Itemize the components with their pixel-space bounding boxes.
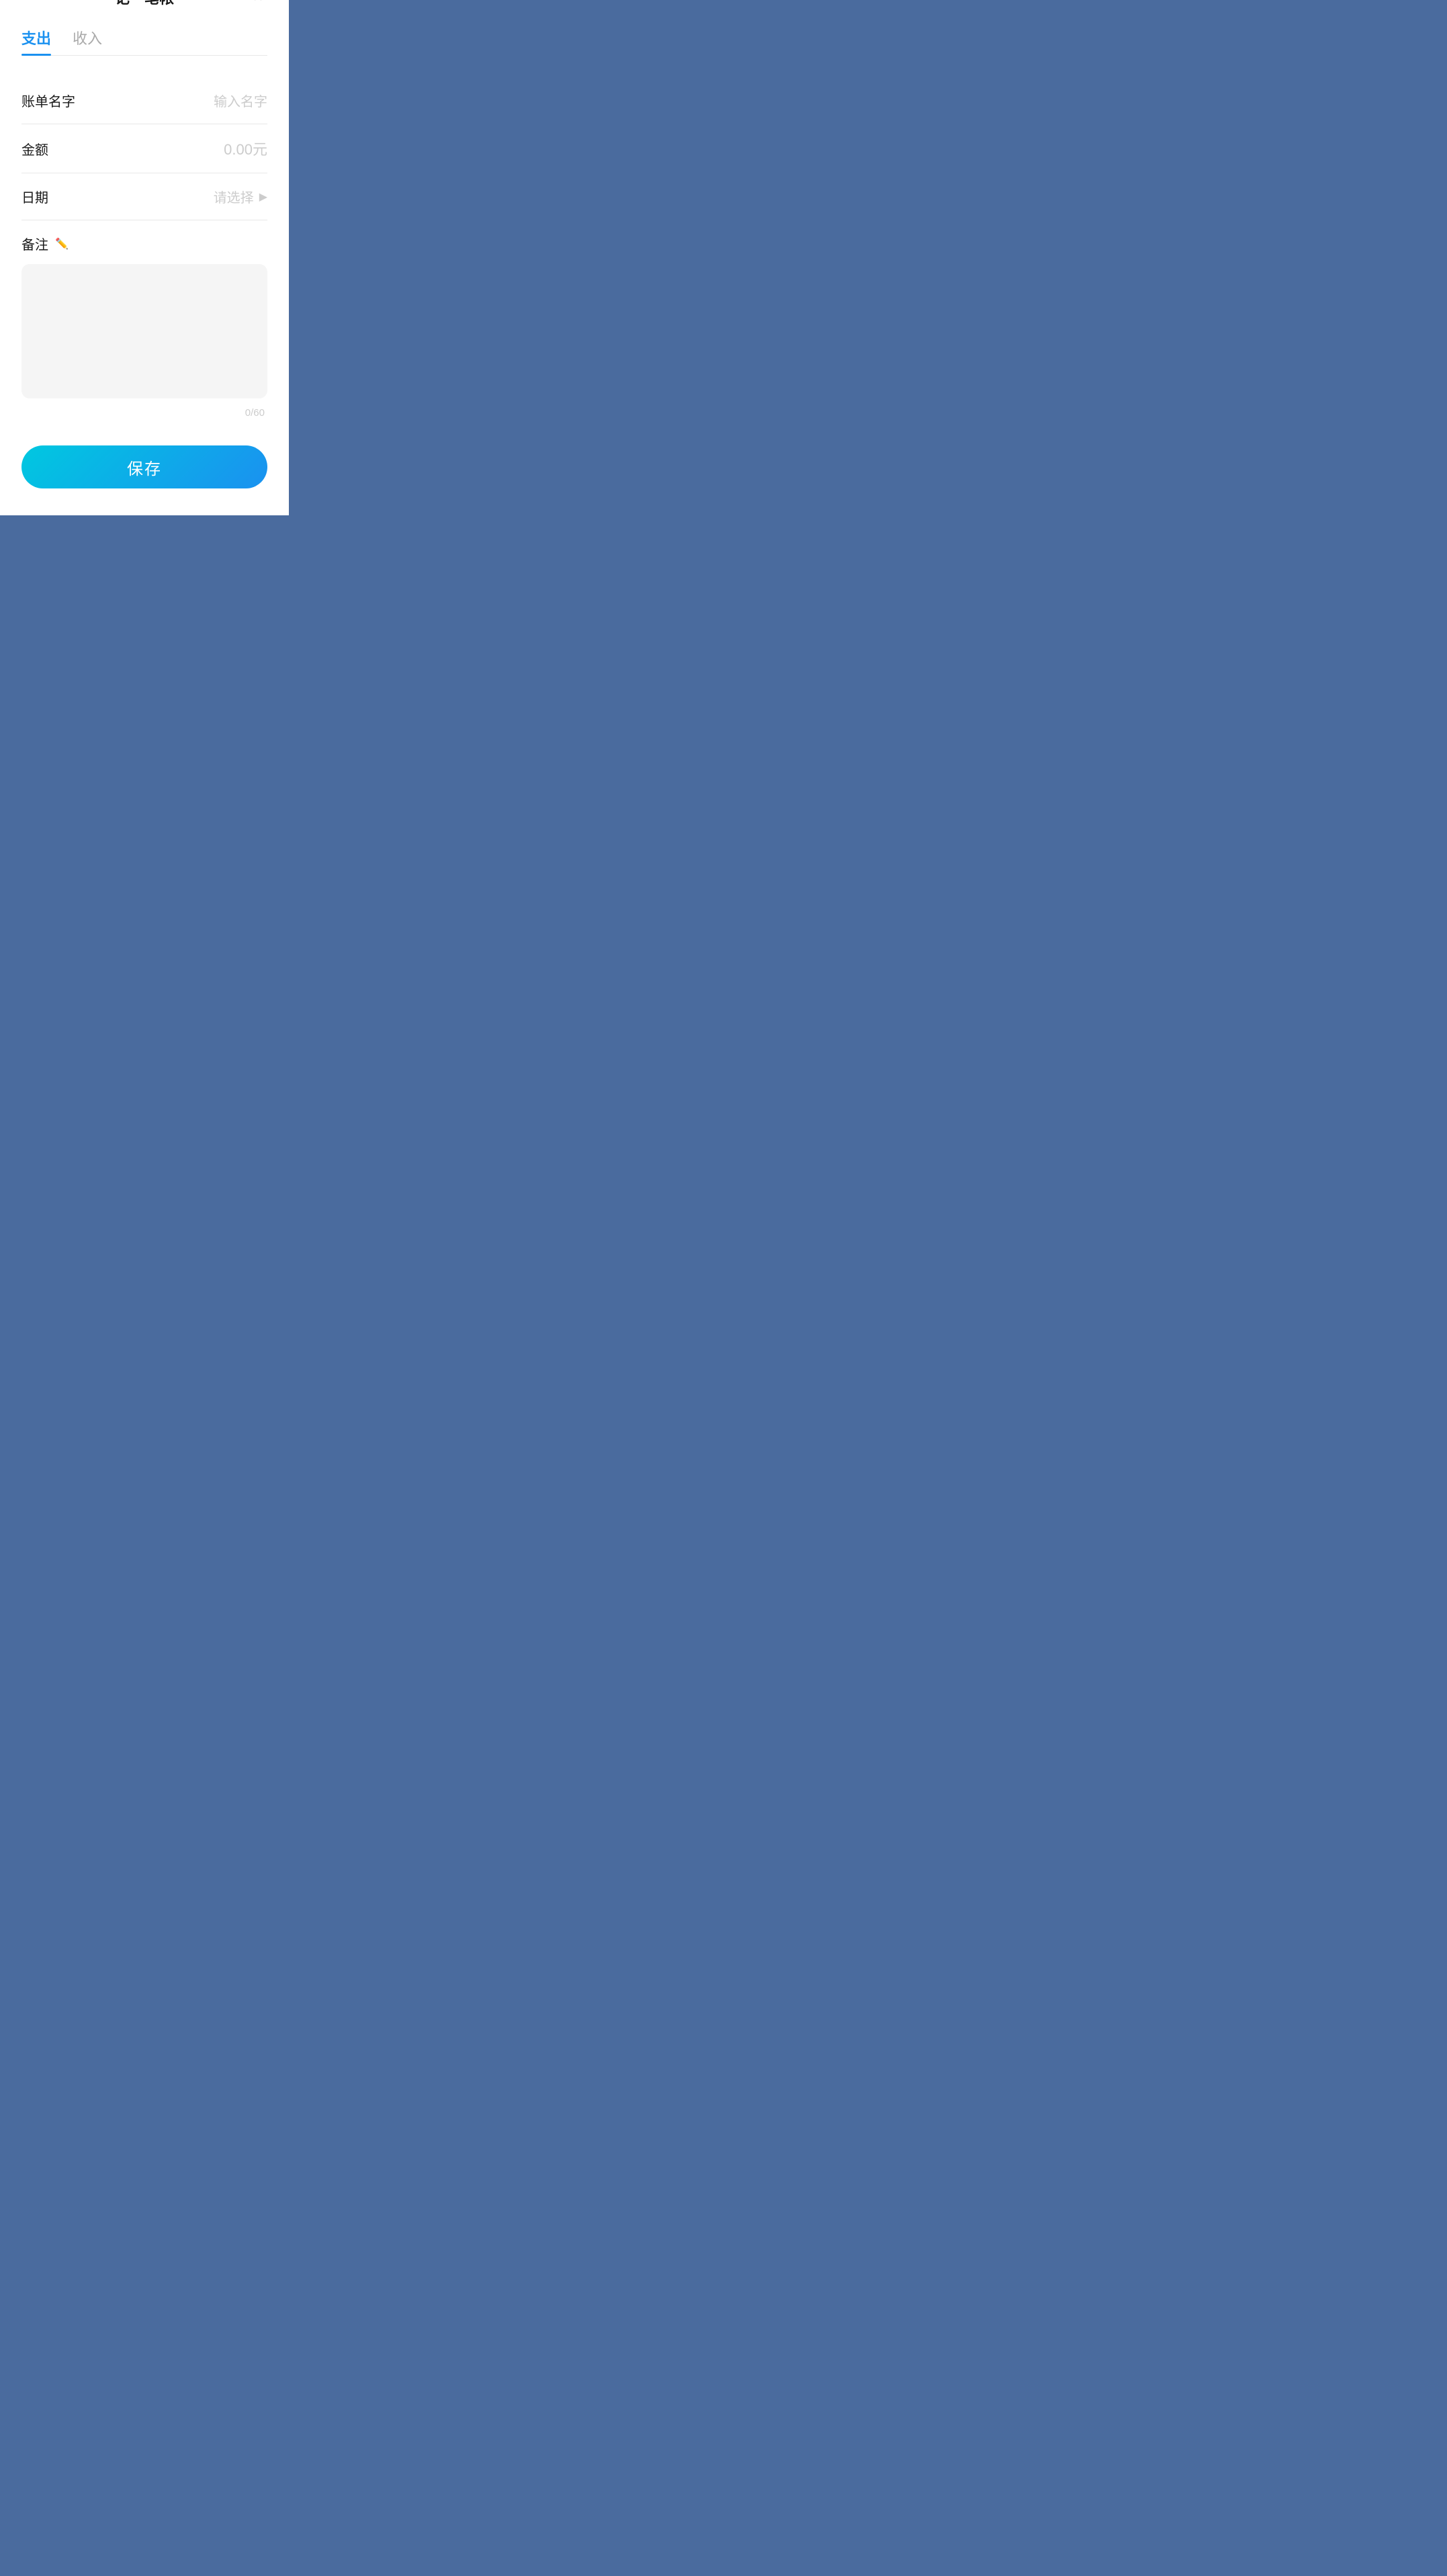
modal-close-button[interactable]: × xyxy=(246,0,270,9)
tab-income-label: 收入 xyxy=(73,30,102,47)
account-name-label: 账单名字 xyxy=(21,91,75,110)
account-name-input[interactable]: 输入名字 xyxy=(214,91,267,110)
note-section: 备注 ✏️ 0/60 xyxy=(21,220,267,429)
date-label: 日期 xyxy=(21,187,48,206)
modal-overlay: × 记一笔帐 支出 收入 账单名字 输入名字 金额 0.00元 xyxy=(0,0,289,515)
chevron-right-icon: ▶ xyxy=(259,190,267,204)
amount-input[interactable]: 0.00元 xyxy=(224,138,267,159)
save-button[interactable]: 保存 xyxy=(21,445,267,488)
tab-income[interactable]: 收入 xyxy=(73,27,102,55)
date-placeholder: 请选择 xyxy=(214,187,254,206)
edit-icon: ✏️ xyxy=(55,237,69,251)
modal-title: 记一笔帐 xyxy=(21,0,267,8)
note-label-row: 备注 ✏️ xyxy=(21,234,267,253)
app-background: 流星记账 + 2023年12月 ▼ × 记一笔帐 支出 收入 账单名 xyxy=(0,0,289,515)
amount-label: 金额 xyxy=(21,139,48,159)
note-textarea[interactable] xyxy=(21,264,267,398)
tab-expense[interactable]: 支出 xyxy=(21,27,51,55)
char-count: 0/60 xyxy=(21,407,267,419)
note-label: 备注 xyxy=(21,234,48,253)
date-picker[interactable]: 请选择 ▶ xyxy=(214,187,267,206)
date-row: 日期 请选择 ▶ xyxy=(21,173,267,220)
tab-expense-label: 支出 xyxy=(21,30,51,47)
amount-row: 金额 0.00元 xyxy=(21,124,267,173)
tab-row: 支出 收入 xyxy=(21,27,267,56)
account-name-row: 账单名字 输入名字 xyxy=(21,77,267,124)
modal: × 记一笔帐 支出 收入 账单名字 输入名字 金额 0.00元 xyxy=(0,0,289,515)
